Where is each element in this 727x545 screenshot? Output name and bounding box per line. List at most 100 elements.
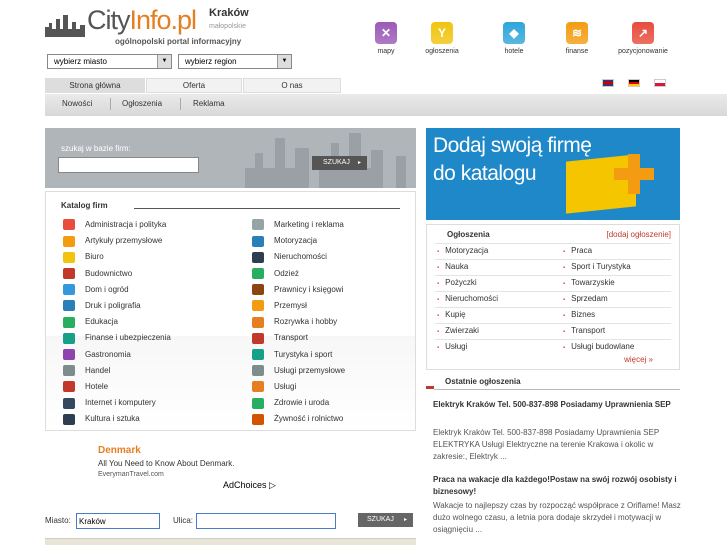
ads-category-item[interactable]: Praca xyxy=(563,246,592,255)
catalog-item[interactable]: Rozrywka i hobby xyxy=(252,315,337,329)
company-search-input[interactable] xyxy=(58,157,199,173)
region-name: małopolskie xyxy=(209,23,246,30)
subnav-reklama[interactable]: Reklama xyxy=(193,99,225,108)
top-icon-label: ogłoszenia xyxy=(425,48,459,55)
tab-o-nas[interactable]: O nas xyxy=(243,78,341,93)
catalog-item-label: Żywność i rolnictwo xyxy=(274,414,344,424)
catalog-item[interactable]: Biuro xyxy=(63,250,104,264)
ads-category-item[interactable]: Biznes xyxy=(563,310,595,319)
catalog-item[interactable]: Transport xyxy=(252,331,308,345)
catalog-item[interactable]: Żywność i rolnictwo xyxy=(252,412,343,426)
top-icon-symbol: ≋ xyxy=(566,22,588,44)
tab-strona-glowna[interactable]: Strona główna xyxy=(45,78,145,93)
catalog-item[interactable]: Odzież xyxy=(252,267,299,281)
catalog-item[interactable]: Internet i komputery xyxy=(63,396,156,410)
search-button[interactable]: SZUKAJ ▸ xyxy=(312,156,367,170)
category-icon xyxy=(63,397,75,409)
logo[interactable]: CityInfo.pl Kraków małopolskie ogólnopol… xyxy=(45,5,260,49)
catalog-item[interactable]: Dom i ogród xyxy=(63,283,129,297)
banner-line-2: do katalogu xyxy=(433,162,537,185)
ads-category-item[interactable]: Sprzedam xyxy=(563,294,607,303)
ads-category-item[interactable]: Kupię xyxy=(437,310,465,319)
catalog-item[interactable]: Druk i poligrafia xyxy=(63,299,141,313)
city-field[interactable] xyxy=(76,513,160,529)
catalog-item-label: Gastronomia xyxy=(85,349,131,359)
subnav-nowosci[interactable]: Nowości xyxy=(62,99,92,108)
catalog-item[interactable]: Edukacja xyxy=(63,315,118,329)
ads-category-item[interactable]: Pożyczki xyxy=(437,278,477,287)
catalog-item-label: Biuro xyxy=(85,252,104,262)
ads-category-item[interactable]: Zwierzaki xyxy=(437,326,479,335)
banner-plus-cross-v xyxy=(628,154,640,194)
catalog-item[interactable]: Hotele xyxy=(63,380,108,394)
ads-category-item[interactable]: Transport xyxy=(563,326,605,335)
catalog-item[interactable]: Marketing i reklama xyxy=(252,218,344,232)
catalog-item[interactable]: Prawnicy i księgowi xyxy=(252,283,343,297)
category-icon xyxy=(63,219,75,231)
top-icon-3[interactable]: ≋ finanse xyxy=(547,22,607,55)
street-field[interactable] xyxy=(196,513,336,529)
latest-item-title[interactable]: Elektryk Kraków Tel. 500-837-898 Posiada… xyxy=(433,399,683,411)
top-icon-1[interactable]: Yogłoszenia xyxy=(412,22,472,55)
top-icon-label: hotele xyxy=(504,48,524,55)
latest-marker xyxy=(426,386,434,389)
category-icon xyxy=(252,348,264,360)
catalog-item[interactable]: Handel xyxy=(63,364,110,378)
catalog-item-label: Internet i komputery xyxy=(85,398,156,408)
row-divider xyxy=(435,243,671,244)
tab-oferta[interactable]: Oferta xyxy=(146,78,242,93)
catalog-item[interactable]: Turystyka i sport xyxy=(252,348,332,362)
region-select-value: wybierz region xyxy=(185,57,237,66)
catalog-item[interactable]: Artykuły przemysłowe xyxy=(63,234,162,248)
latest-title: Ostatnie ogłoszenia xyxy=(445,377,521,386)
catalog-item-label: Edukacja xyxy=(85,317,118,327)
ad-url[interactable]: EverymanTravel.com xyxy=(98,471,164,478)
catalog-item[interactable]: Kultura i sztuka xyxy=(63,412,140,426)
catalog-item-label: Artykuły przemysłowe xyxy=(85,236,163,246)
ad-choices[interactable]: AdChoices ▷ xyxy=(223,480,276,491)
ads-category-item[interactable]: Towarzyskie xyxy=(563,278,615,287)
catalog-item[interactable]: Zdrowie i uroda xyxy=(252,396,329,410)
region-select[interactable]: wybierz region ▼ xyxy=(178,54,292,69)
top-icon-2[interactable]: ◆ hotele xyxy=(484,22,544,55)
flag-en-icon[interactable] xyxy=(602,79,614,87)
subnav-ogloszenia[interactable]: Ogłoszenia xyxy=(122,99,162,108)
city-select[interactable]: wybierz miasto ▼ xyxy=(47,54,172,69)
catalog-item[interactable]: Finanse i ubezpieczenia xyxy=(63,331,171,345)
top-icon-0[interactable]: ✕ mapy xyxy=(356,22,416,55)
map-preview[interactable] xyxy=(45,538,416,545)
catalog-item[interactable]: Gastronomia xyxy=(63,348,131,362)
category-icon xyxy=(252,235,264,247)
add-company-banner[interactable]: Dodaj swoją firmę do katalogu xyxy=(426,128,680,220)
catalog-item[interactable]: Przemysł xyxy=(252,299,307,313)
row-divider xyxy=(435,339,671,340)
catalog-item[interactable]: Motoryzacja xyxy=(252,234,317,248)
ads-category-item[interactable]: Usługi budowlane xyxy=(563,342,634,351)
catalog-item[interactable]: Usługi przemysłowe xyxy=(252,364,345,378)
ads-category-item[interactable]: Nieruchomości xyxy=(437,294,498,303)
top-icon-label: pozycjonowanie xyxy=(618,48,668,55)
chevron-down-icon: ▼ xyxy=(157,55,171,68)
banner-line-1: Dodaj swoją firmę xyxy=(433,134,592,157)
catalog-title: Katalog firm xyxy=(61,201,108,210)
flag-de-icon[interactable] xyxy=(628,79,640,87)
add-ad-link[interactable]: [dodaj ogłoszenie] xyxy=(607,230,672,239)
catalog-item-label: Usługi xyxy=(274,382,297,391)
latest-item-title[interactable]: Praca na wakacje dla każdego!Postaw na s… xyxy=(433,474,683,498)
row-divider xyxy=(435,259,671,260)
catalog-item[interactable]: Budownictwo xyxy=(63,267,132,281)
map-search-button[interactable]: SZUKAJ ▸ xyxy=(358,513,413,527)
top-icon-4[interactable]: ↗ pozycjonowanie xyxy=(613,22,673,55)
ads-category-item[interactable]: Motoryzacja xyxy=(437,246,488,255)
top-icon-symbol: ◆ xyxy=(503,22,525,44)
catalog-item[interactable]: Administracja i polityka xyxy=(63,218,166,232)
ads-category-item[interactable]: Usługi xyxy=(437,342,467,351)
more-ads-link[interactable]: więcej » xyxy=(624,355,653,364)
ads-category-item[interactable]: Nauka xyxy=(437,262,468,271)
catalog-item[interactable]: Nieruchomości xyxy=(252,250,327,264)
ad-title[interactable]: Denmark xyxy=(98,445,141,456)
flag-pl-icon[interactable] xyxy=(654,79,666,87)
catalog-item-label: Druk i poligrafia xyxy=(85,301,141,310)
catalog-item[interactable]: Usługi xyxy=(252,380,296,394)
ads-category-item[interactable]: Sport i Turystyka xyxy=(563,262,631,271)
